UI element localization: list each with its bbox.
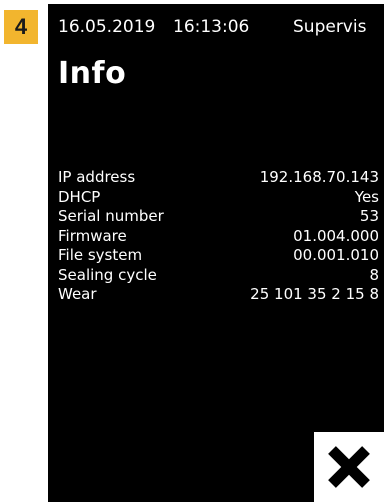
status-bar: 16.05.2019 16:13:06 Supervis xyxy=(58,16,384,38)
status-time: 16:13:06 xyxy=(173,17,250,37)
device-screen: 16.05.2019 16:13:06 Supervis Info IP add… xyxy=(48,4,384,502)
info-row-firmware: Firmware 01.004.000 xyxy=(58,227,379,247)
info-table: IP address 192.168.70.143 DHCP Yes Seria… xyxy=(58,168,379,305)
info-value: 53 xyxy=(359,207,379,225)
page-title: Info xyxy=(58,56,127,91)
info-row-serial-number: Serial number 53 xyxy=(58,207,379,227)
info-label: Firmware xyxy=(58,226,127,245)
info-label: IP address xyxy=(58,168,136,186)
info-value: 25 101 35 2 15 8 xyxy=(250,285,379,303)
close-icon xyxy=(328,446,370,488)
close-button[interactable] xyxy=(314,432,384,502)
info-value: 192.168.70.143 xyxy=(259,168,379,186)
info-row-file-system: File system 00.001.010 xyxy=(58,246,379,266)
info-row-wear: Wear 25 101 35 2 15 8 xyxy=(58,285,379,305)
info-label: Serial number xyxy=(58,207,164,225)
info-label: Sealing cycle xyxy=(58,265,157,284)
status-date: 16.05.2019 xyxy=(58,17,156,37)
info-row-sealing-cycle: Sealing cycle 8 xyxy=(58,266,379,286)
status-user: Supervis xyxy=(293,17,367,37)
info-label: DHCP xyxy=(58,187,101,206)
info-value: Yes xyxy=(354,187,379,206)
info-value: 01.004.000 xyxy=(293,226,379,245)
info-label: Wear xyxy=(58,285,97,303)
info-value: 00.001.010 xyxy=(293,246,379,264)
step-number-badge: 4 xyxy=(4,10,38,44)
info-row-ip-address: IP address 192.168.70.143 xyxy=(58,168,379,188)
info-row-dhcp: DHCP Yes xyxy=(58,188,379,208)
info-value: 8 xyxy=(369,265,379,284)
info-label: File system xyxy=(58,246,143,264)
